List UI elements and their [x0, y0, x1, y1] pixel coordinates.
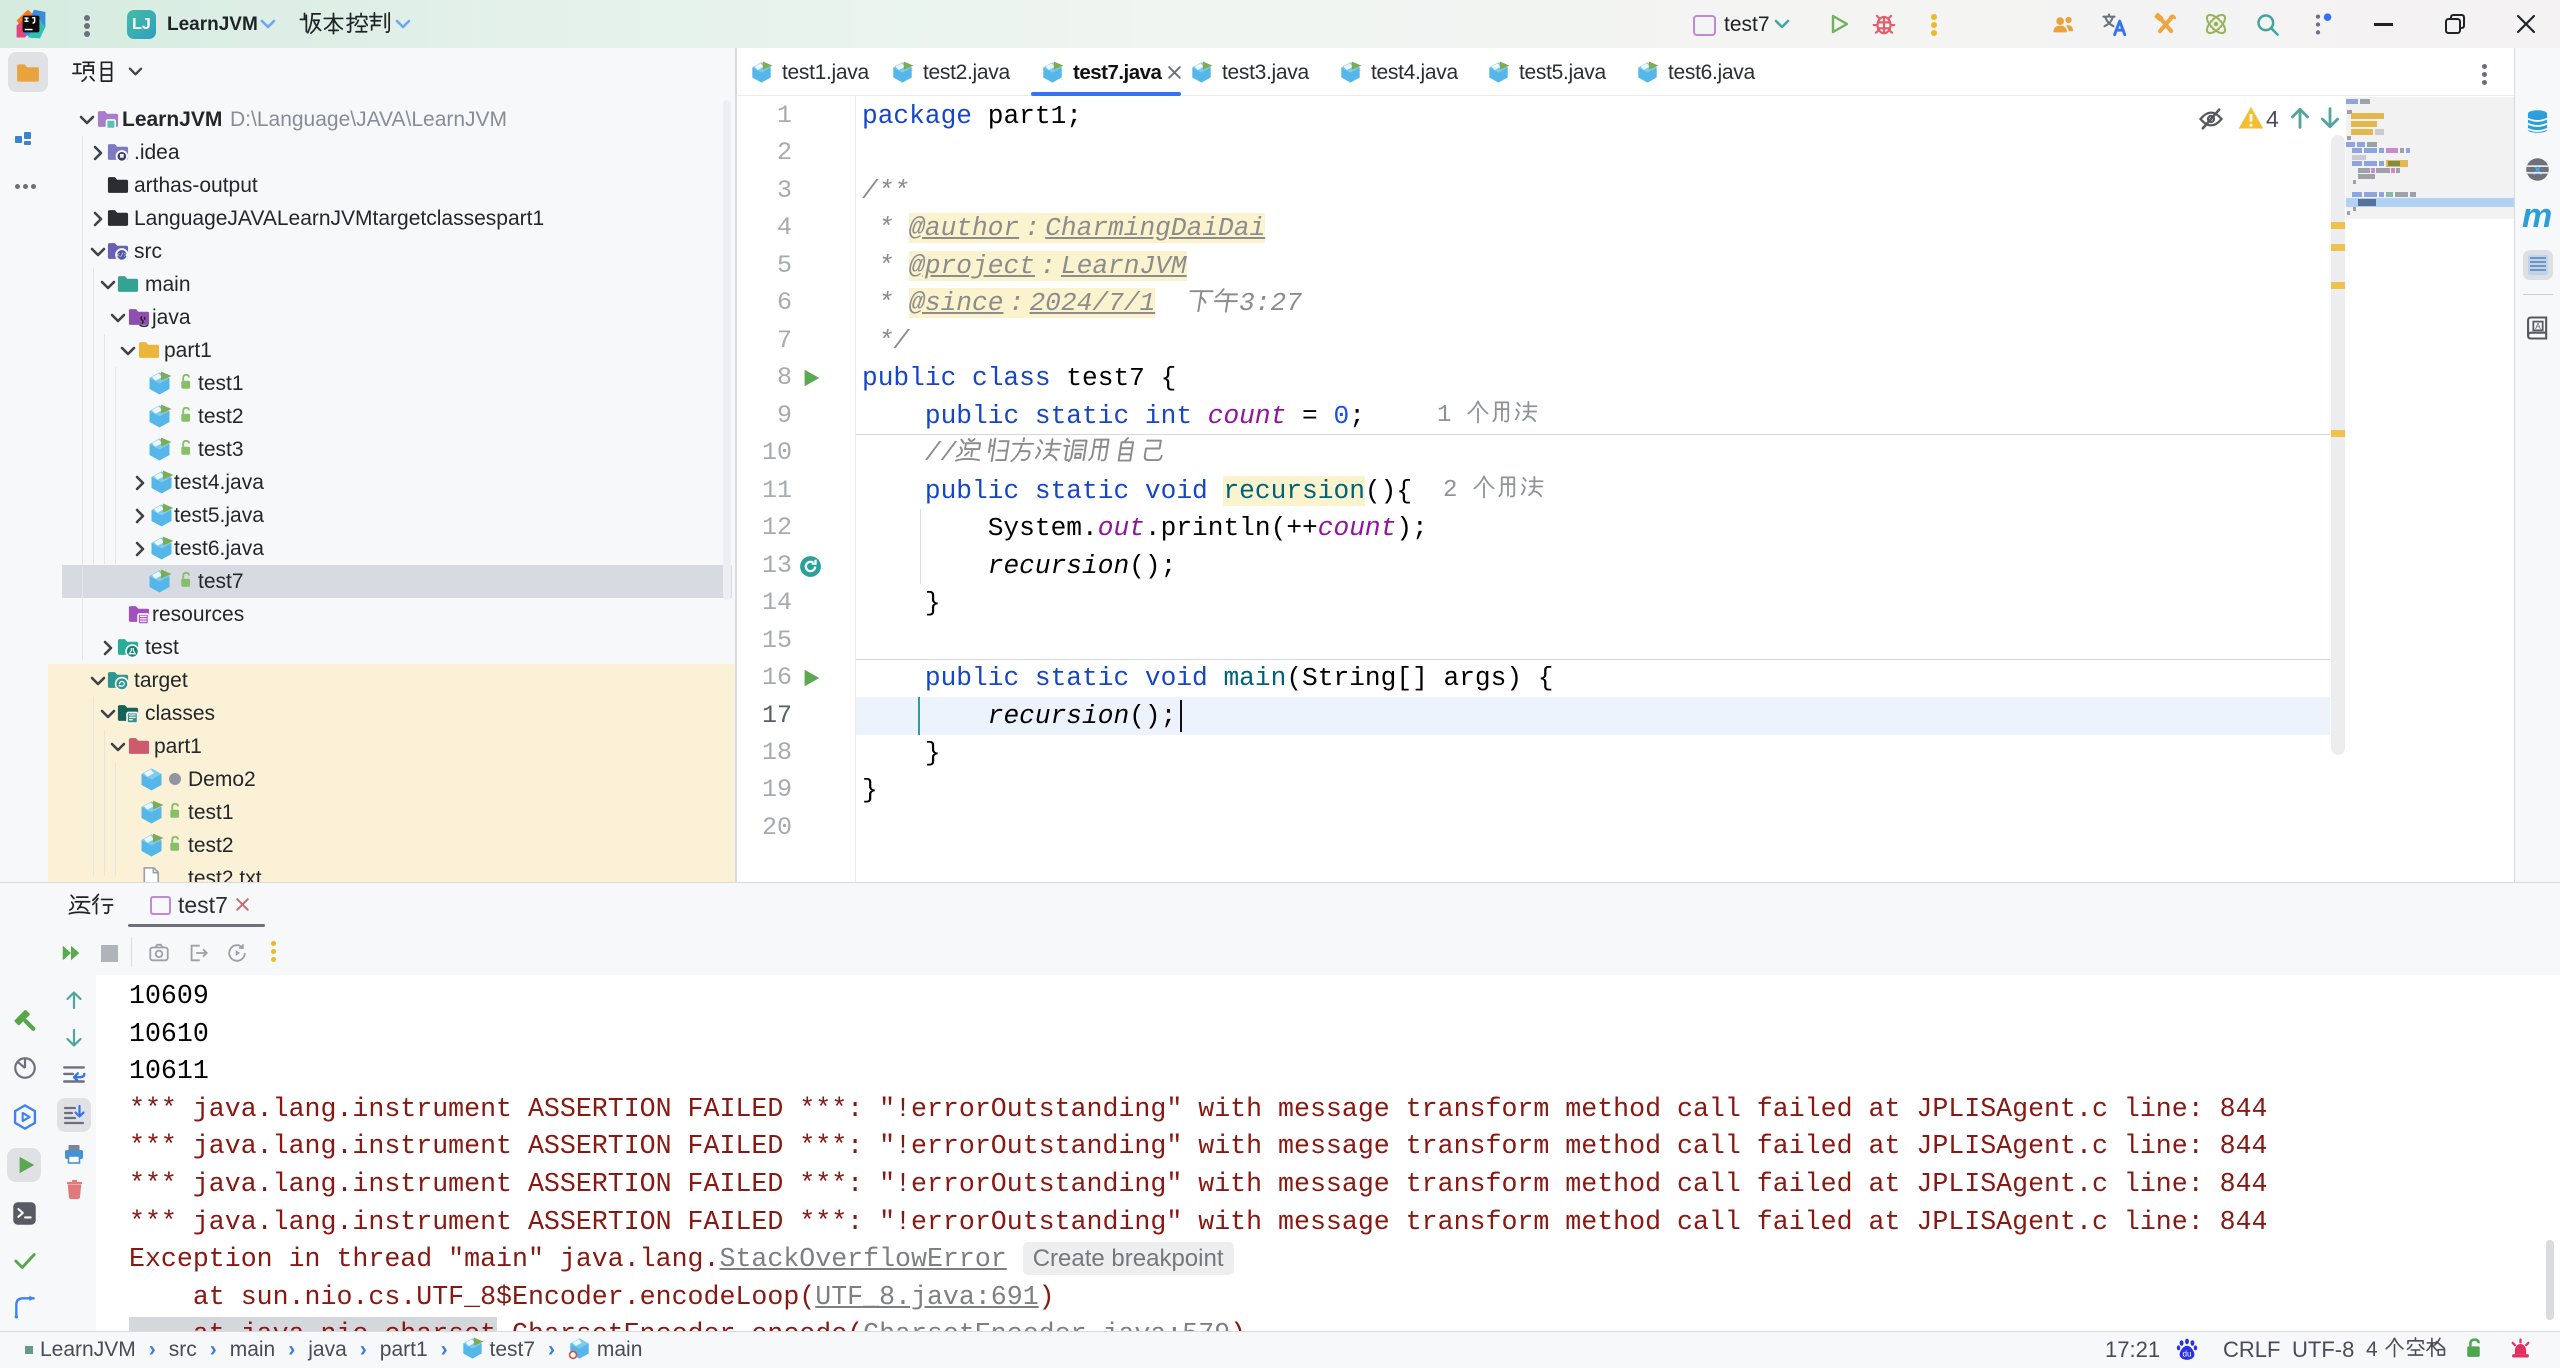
svg-text:A: A [2535, 322, 2541, 331]
svg-text:</>: </> [116, 252, 127, 259]
svg-text:du: du [2182, 1350, 2191, 1359]
